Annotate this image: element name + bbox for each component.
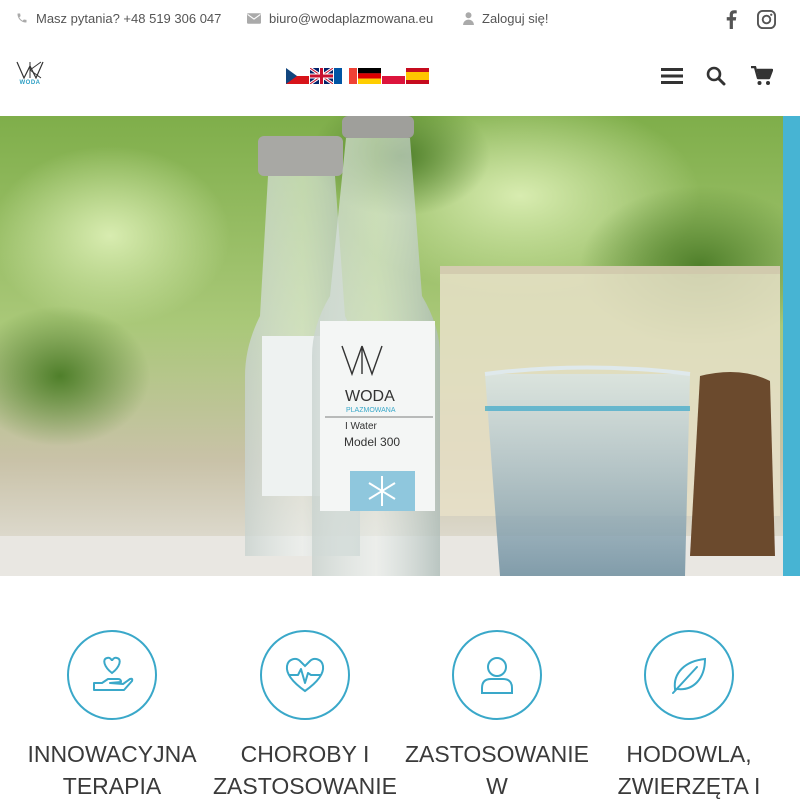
bottle-sub-text: PLAZMOWANA — [346, 407, 396, 414]
user-icon — [481, 657, 513, 694]
flag-cz-icon[interactable] — [286, 68, 309, 84]
top-bar: Masz pytania? +48 519 306 047 biuro@woda… — [0, 0, 800, 36]
hero-photo: WODA PLAZMOWANA I Water Model 300 — [0, 116, 800, 576]
email-contact[interactable]: biuro@wodaplazmowana.eu — [247, 0, 433, 36]
feature-circle — [67, 630, 157, 720]
feature-circle — [452, 630, 542, 720]
feature-innovative-therapy[interactable]: INNOWACYJNA TERAPIA — [17, 630, 207, 800]
feature-title: ZASTOSOWANIE W — [404, 741, 590, 799]
search-button[interactable] — [704, 64, 728, 88]
feature-title: CHOROBY I ZASTOSOWANIE — [212, 741, 398, 799]
bottle-model-text: Model 300 — [344, 435, 400, 449]
flag-fr-icon[interactable] — [334, 68, 357, 84]
feature-application[interactable]: ZASTOSOWANIE W — [402, 630, 592, 800]
hand-heart-icon — [93, 656, 134, 691]
hero-banner: WODA PLAZMOWANA I Water Model 300 — [0, 116, 800, 576]
bottle-brand-text: WODA — [345, 388, 395, 405]
search-icon — [706, 66, 726, 86]
leaf-icon — [672, 657, 707, 694]
user-icon — [463, 11, 474, 25]
bottle-line-text: I Water — [345, 421, 378, 432]
feature-title: HODOWLA, ZWIERZĘTA I — [617, 741, 761, 799]
feature-breeding[interactable]: HODOWLA, ZWIERZĘTA I — [594, 630, 784, 800]
flag-uk-icon[interactable] — [310, 68, 333, 84]
feature-diseases[interactable]: CHOROBY I ZASTOSOWANIE — [210, 630, 400, 800]
instagram-icon — [756, 9, 776, 29]
language-switcher — [286, 68, 429, 84]
flag-pl-icon[interactable] — [382, 68, 405, 84]
login-text: Zaloguj się! — [482, 10, 549, 26]
hamburger-icon — [661, 68, 683, 84]
heartbeat-icon — [285, 657, 325, 693]
facebook-icon — [726, 9, 737, 29]
instagram-link[interactable] — [755, 8, 777, 30]
site-header: WODA — [0, 36, 800, 116]
cart-icon — [751, 66, 773, 85]
site-logo[interactable]: WODA — [14, 60, 46, 92]
logo-mark-icon — [16, 61, 44, 80]
envelope-icon — [247, 12, 261, 24]
hero-side-accent — [783, 116, 800, 576]
email-text: biuro@wodaplazmowana.eu — [269, 10, 434, 26]
phone-text: Masz pytania? +48 519 306 047 — [36, 10, 222, 26]
facebook-link[interactable] — [720, 8, 742, 30]
menu-button[interactable] — [660, 64, 684, 88]
phone-icon — [17, 13, 27, 23]
feature-title: INNOWACYJNA TERAPIA — [27, 741, 197, 799]
logo-text: WODA — [19, 80, 41, 86]
cart-button[interactable] — [750, 64, 774, 88]
flag-es-icon[interactable] — [406, 68, 429, 84]
phone-contact[interactable]: Masz pytania? +48 519 306 047 — [16, 0, 221, 36]
login-link[interactable]: Zaloguj się! — [463, 0, 548, 36]
flag-de-icon[interactable] — [358, 68, 381, 84]
feature-circle — [260, 630, 350, 720]
feature-circle — [644, 630, 734, 720]
features-section: INNOWACYJNA TERAPIA CHOROBY I ZASTOSOWAN… — [0, 576, 800, 800]
